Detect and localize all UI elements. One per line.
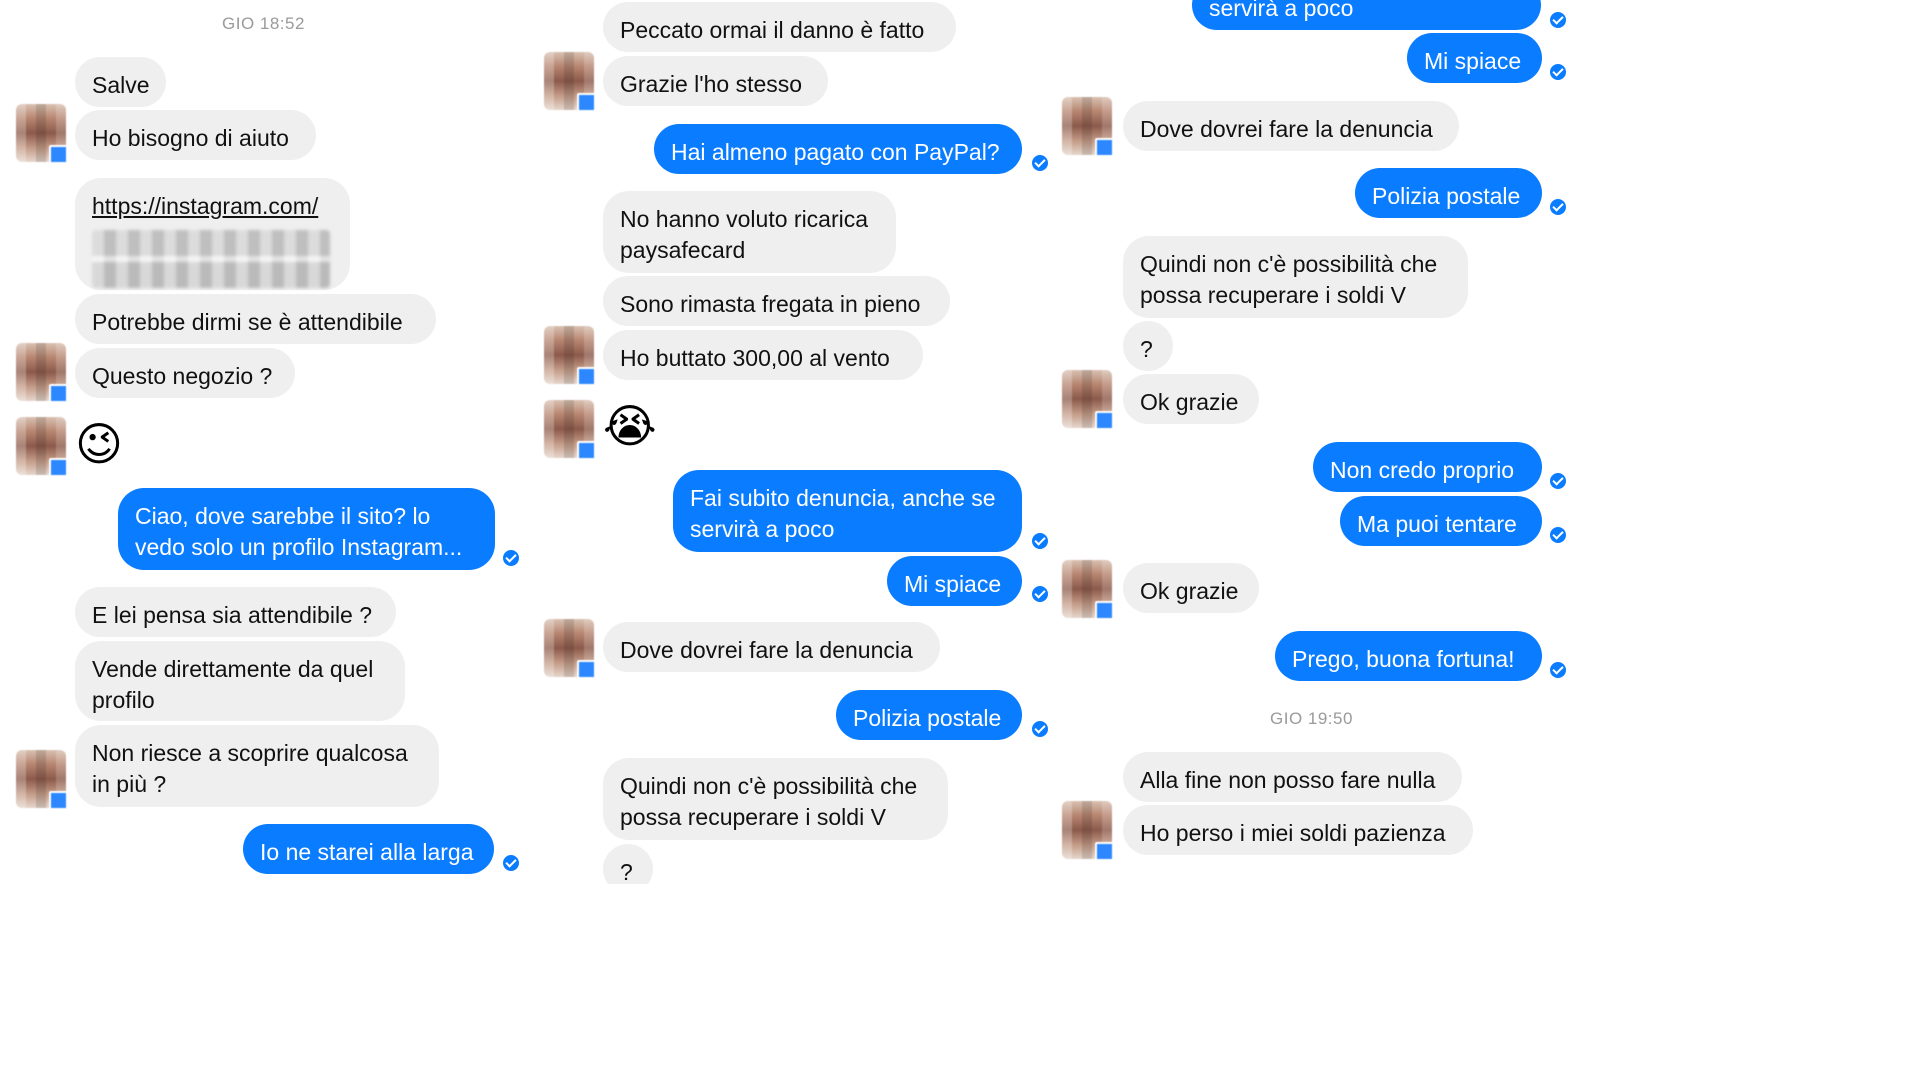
messenger-badge-icon <box>1095 411 1114 430</box>
incoming-message[interactable]: Quindi non c'è possibilità che possa rec… <box>603 758 948 840</box>
outgoing-message[interactable]: Prego, buona fortuna! <box>1275 631 1542 681</box>
crying-emoji-icon[interactable]: 😭 <box>603 400 657 452</box>
incoming-message[interactable]: Dove dovrei fare la denuncia <box>603 622 940 672</box>
timestamp: GIO 18:52 <box>222 14 305 33</box>
instagram-link[interactable]: https://instagram.com/ <box>92 191 333 222</box>
contact-avatar[interactable] <box>1062 560 1114 620</box>
incoming-message[interactable]: Ok grazie <box>1123 563 1259 613</box>
read-receipt-check-icon <box>1550 12 1566 28</box>
messenger-badge-icon <box>49 145 68 164</box>
contact-avatar[interactable] <box>544 52 596 112</box>
contact-avatar[interactable] <box>1062 370 1114 430</box>
chat-panel-1[interactable]: GIO 18:52 Salve Ho bisogno di aiuto http… <box>0 0 526 884</box>
contact-avatar[interactable] <box>1062 801 1114 861</box>
outgoing-message[interactable]: Non credo proprio <box>1313 442 1542 492</box>
read-receipt-check-icon <box>503 855 519 871</box>
messenger-badge-icon <box>1095 601 1114 620</box>
read-receipt-check-icon <box>1032 721 1048 737</box>
incoming-message[interactable]: Quindi non c'è possibilità che possa rec… <box>1123 236 1468 318</box>
read-receipt-check-icon <box>1550 199 1566 215</box>
outgoing-message[interactable]: servirà a poco <box>1192 0 1541 30</box>
outgoing-message[interactable]: Mi spiace <box>887 556 1022 606</box>
messenger-badge-icon <box>1095 842 1114 861</box>
incoming-message[interactable]: Sono rimasta fregata in pieno <box>603 276 950 326</box>
contact-avatar[interactable] <box>1062 97 1114 157</box>
read-receipt-check-icon <box>503 550 519 566</box>
timestamp: GIO 19:50 <box>1270 709 1353 728</box>
outgoing-message[interactable]: Ma puoi tentare <box>1340 496 1542 546</box>
outgoing-message[interactable]: Io ne starei alla larga <box>243 824 494 874</box>
outgoing-message[interactable]: Hai almeno pagato con PayPal? <box>654 124 1022 174</box>
incoming-message[interactable]: Ho buttato 300,00 al vento <box>603 330 923 380</box>
contact-avatar[interactable] <box>544 326 596 386</box>
messenger-badge-icon <box>577 441 596 460</box>
incoming-message[interactable]: No hanno voluto ricarica paysafecard <box>603 191 896 273</box>
outgoing-message[interactable]: Polizia postale <box>836 690 1022 740</box>
incoming-message[interactable]: Salve <box>75 57 166 107</box>
contact-avatar[interactable] <box>16 750 68 810</box>
incoming-message[interactable]: Ho perso i miei soldi pazienza <box>1123 805 1473 855</box>
messenger-badge-icon <box>49 458 68 477</box>
read-receipt-check-icon <box>1550 527 1566 543</box>
incoming-message[interactable]: E lei pensa sia attendibile ? <box>75 587 396 637</box>
outgoing-message[interactable]: Mi spiace <box>1407 33 1542 83</box>
contact-avatar[interactable] <box>16 417 68 477</box>
messenger-badge-icon <box>577 367 596 386</box>
incoming-message[interactable]: ? <box>1123 321 1173 371</box>
outgoing-message[interactable]: Polizia postale <box>1355 168 1542 218</box>
wink-emoji-icon[interactable]: 😉 <box>75 418 123 470</box>
incoming-message[interactable]: Questo negozio ? <box>75 348 295 398</box>
incoming-message[interactable]: Vende direttamente da quel profilo <box>75 641 405 721</box>
read-receipt-check-icon <box>1550 473 1566 489</box>
contact-avatar[interactable] <box>16 104 68 164</box>
read-receipt-check-icon <box>1550 64 1566 80</box>
outgoing-message[interactable]: Ciao, dove sarebbe il sito? lo vedo solo… <box>118 488 495 570</box>
messenger-badge-icon <box>49 384 68 403</box>
incoming-message[interactable]: Ho bisogno di aiuto <box>75 110 316 160</box>
contact-avatar[interactable] <box>544 400 596 460</box>
incoming-message[interactable]: Potrebbe dirmi se è attendibile <box>75 294 436 344</box>
read-receipt-check-icon <box>1032 155 1048 171</box>
incoming-message[interactable]: Alla fine non posso fare nulla <box>1123 752 1462 802</box>
messenger-badge-icon <box>49 791 68 810</box>
read-receipt-check-icon <box>1032 586 1048 602</box>
messenger-badge-icon <box>577 93 596 112</box>
incoming-message[interactable]: ? <box>603 844 653 884</box>
chat-panel-2[interactable]: Peccato ormai il danno è fatto Grazie l'… <box>526 0 1052 884</box>
contact-avatar[interactable] <box>544 619 596 679</box>
blurred-link-text <box>92 230 330 288</box>
chat-panel-3[interactable]: servirà a poco Mi spiace Dove dovrei far… <box>1052 0 1568 884</box>
contact-avatar[interactable] <box>16 343 68 403</box>
incoming-message[interactable]: Dove dovrei fare la denuncia <box>1123 101 1459 151</box>
outgoing-message[interactable]: Fai subito denuncia, anche se servirà a … <box>673 470 1022 552</box>
read-receipt-check-icon <box>1032 533 1048 549</box>
messenger-badge-icon <box>577 660 596 679</box>
incoming-message[interactable]: Peccato ormai il danno è fatto <box>603 2 956 52</box>
incoming-message[interactable]: Ok grazie <box>1123 374 1259 424</box>
messenger-badge-icon <box>1095 138 1114 157</box>
read-receipt-check-icon <box>1550 662 1566 678</box>
incoming-message[interactable]: Non riesce a scoprire qualcosa in più ? <box>75 725 439 807</box>
incoming-link-message[interactable]: https://instagram.com/ <box>75 178 350 290</box>
incoming-message[interactable]: Grazie l'ho stesso <box>603 56 828 106</box>
